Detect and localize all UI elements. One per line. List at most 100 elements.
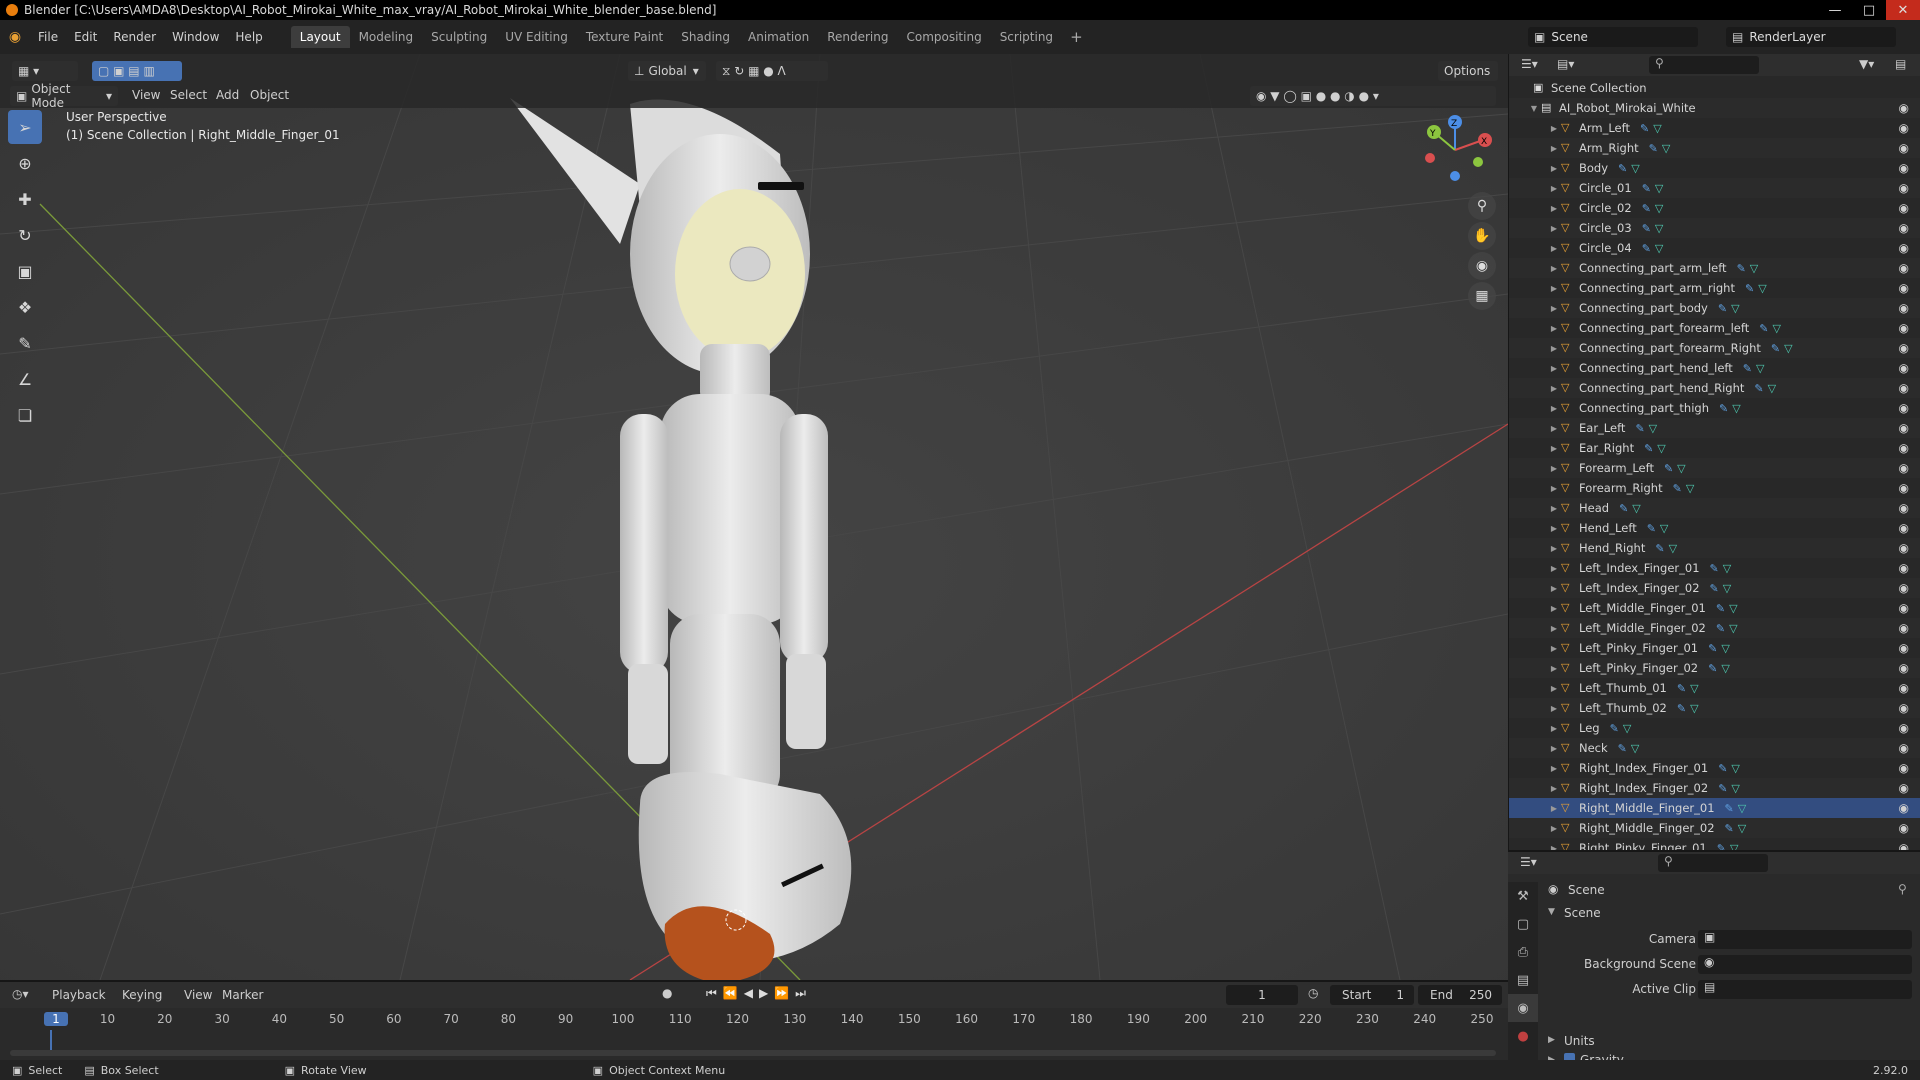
expand-toggle-icon[interactable]: ▶ — [1547, 164, 1561, 173]
mesh-data-icon[interactable]: ▽ — [1657, 442, 1665, 455]
select-mode-buttons[interactable]: ▢ ▣ ▤ ▥ — [92, 61, 182, 81]
expand-toggle-icon[interactable]: ▶ — [1547, 824, 1561, 833]
cursor-tool-icon[interactable]: ⊕ — [8, 146, 42, 180]
modifier-wrench-icon[interactable]: ✎ — [1649, 142, 1658, 155]
visibility-eye-icon[interactable]: ◉ — [1899, 581, 1909, 595]
mesh-data-icon[interactable]: ▽ — [1662, 142, 1670, 155]
expand-toggle-icon[interactable]: ▶ — [1547, 744, 1561, 753]
scene-selector[interactable]: ▣ Scene — [1528, 27, 1698, 47]
visibility-eye-icon[interactable]: ◉ — [1899, 261, 1909, 275]
menu-marker[interactable]: Marker — [222, 988, 263, 1002]
expand-toggle-icon[interactable]: ▶ — [1547, 184, 1561, 193]
modifier-wrench-icon[interactable]: ✎ — [1677, 702, 1686, 715]
outliner-item[interactable]: ▶ ▽ Connecting_part_forearm_left ✎ ▽ ◉ — [1509, 318, 1920, 338]
expand-toggle-icon[interactable]: ▼ — [1527, 104, 1541, 113]
mesh-data-icon[interactable]: ▽ — [1660, 522, 1668, 535]
outliner-item[interactable]: ▶ ▽ Connecting_part_hend_Right ✎ ▽ ◉ — [1509, 378, 1920, 398]
modifier-wrench-icon[interactable]: ✎ — [1710, 562, 1719, 575]
visibility-eye-icon[interactable]: ◉ — [1899, 161, 1909, 175]
select-tool-icon[interactable]: ➢ — [8, 110, 42, 144]
modifier-wrench-icon[interactable]: ✎ — [1644, 442, 1653, 455]
visibility-eye-icon[interactable]: ◉ — [1899, 421, 1909, 435]
modifier-wrench-icon[interactable]: ✎ — [1618, 162, 1627, 175]
expand-toggle-icon[interactable]: ▶ — [1547, 524, 1561, 533]
visibility-eye-icon[interactable]: ◉ — [1899, 241, 1909, 255]
mode-dropdown[interactable]: ▣ Object Mode ▾ — [10, 82, 118, 110]
visibility-eye-icon[interactable]: ◉ — [1899, 601, 1909, 615]
outliner-item[interactable]: ▶ ▽ Circle_04 ✎ ▽ ◉ — [1509, 238, 1920, 258]
annotate-tool-icon[interactable]: ✎ — [8, 326, 42, 360]
measure-tool-icon[interactable]: ∠ — [8, 362, 42, 396]
options-button[interactable]: Options — [1438, 61, 1498, 81]
visibility-eye-icon[interactable]: ◉ — [1899, 701, 1909, 715]
world-tab-icon[interactable]: ● — [1508, 1022, 1538, 1050]
scale-tool-icon[interactable]: ▣ — [8, 254, 42, 288]
visibility-eye-icon[interactable]: ◉ — [1899, 801, 1909, 815]
visibility-eye-icon[interactable]: ◉ — [1899, 341, 1909, 355]
modifier-wrench-icon[interactable]: ✎ — [1642, 222, 1651, 235]
modifier-wrench-icon[interactable]: ✎ — [1642, 202, 1651, 215]
mesh-data-icon[interactable]: ▽ — [1631, 742, 1639, 755]
modifier-wrench-icon[interactable]: ✎ — [1719, 402, 1728, 415]
outliner-item[interactable]: ▶ ▽ Arm_Right ✎ ▽ ◉ — [1509, 138, 1920, 158]
outliner-item[interactable]: ▶ ▽ Body ✎ ▽ ◉ — [1509, 158, 1920, 178]
modifier-wrench-icon[interactable]: ✎ — [1640, 122, 1649, 135]
modifier-wrench-icon[interactable]: ✎ — [1618, 742, 1627, 755]
menu-help[interactable]: Help — [227, 30, 270, 44]
visibility-eye-icon[interactable]: ◉ — [1899, 841, 1909, 850]
expand-toggle-icon[interactable]: ▶ — [1547, 704, 1561, 713]
visibility-eye-icon[interactable]: ◉ — [1899, 301, 1909, 315]
outliner-item[interactable]: ▶ ▽ Circle_01 ✎ ▽ ◉ — [1509, 178, 1920, 198]
visibility-eye-icon[interactable]: ◉ — [1899, 441, 1909, 455]
modifier-wrench-icon[interactable]: ✎ — [1655, 542, 1664, 555]
move-tool-icon[interactable]: ✚ — [8, 182, 42, 216]
outliner-item[interactable]: ▶ ▽ Left_Thumb_02 ✎ ▽ ◉ — [1509, 698, 1920, 718]
menu-view[interactable]: View — [132, 88, 160, 102]
start-frame-field[interactable]: Start 1 — [1330, 985, 1414, 1005]
visibility-eye-icon[interactable]: ◉ — [1899, 781, 1909, 795]
menu-playback[interactable]: Playback — [52, 988, 106, 1002]
expand-toggle-icon[interactable]: ▶ — [1547, 344, 1561, 353]
tab-scripting[interactable]: Scripting — [991, 26, 1062, 48]
tab-animation[interactable]: Animation — [739, 26, 818, 48]
visibility-eye-icon[interactable]: ◉ — [1899, 621, 1909, 635]
modifier-wrench-icon[interactable]: ✎ — [1716, 622, 1725, 635]
mesh-data-icon[interactable]: ▽ — [1721, 662, 1729, 675]
mesh-data-icon[interactable]: ▽ — [1731, 762, 1739, 775]
visibility-eye-icon[interactable]: ◉ — [1899, 281, 1909, 295]
expand-toggle-icon[interactable]: ▶ — [1547, 584, 1561, 593]
mesh-data-icon[interactable]: ▽ — [1669, 542, 1677, 555]
outliner-item[interactable]: ▶ ▽ Forearm_Right ✎ ▽ ◉ — [1509, 478, 1920, 498]
modifier-wrench-icon[interactable]: ✎ — [1610, 722, 1619, 735]
outliner-item[interactable]: ▶ ▽ Connecting_part_body ✎ ▽ ◉ — [1509, 298, 1920, 318]
display-mode-icon[interactable]: ▤▾ — [1557, 57, 1574, 71]
menu-render[interactable]: Render — [105, 30, 164, 44]
visibility-eye-icon[interactable]: ◉ — [1899, 221, 1909, 235]
transform-orientation-dropdown[interactable]: ⊥ Global ▾ — [628, 61, 706, 81]
outliner-item[interactable]: ▶ ▽ Head ✎ ▽ ◉ — [1509, 498, 1920, 518]
modifier-wrench-icon[interactable]: ✎ — [1642, 242, 1651, 255]
minimize-icon[interactable]: — — [1818, 0, 1852, 20]
visibility-eye-icon[interactable]: ◉ — [1899, 481, 1909, 495]
modifier-wrench-icon[interactable]: ✎ — [1718, 782, 1727, 795]
active-clip-field[interactable]: ▤ — [1698, 980, 1912, 999]
expand-toggle-icon[interactable]: ▶ — [1547, 604, 1561, 613]
visibility-eye-icon[interactable]: ◉ — [1899, 541, 1909, 555]
mesh-data-icon[interactable]: ▽ — [1750, 262, 1758, 275]
mesh-data-icon[interactable]: ▽ — [1677, 462, 1685, 475]
modifier-wrench-icon[interactable]: ✎ — [1708, 662, 1717, 675]
mesh-data-icon[interactable]: ▽ — [1738, 802, 1746, 815]
expand-toggle-icon[interactable]: ▶ — [1547, 684, 1561, 693]
mesh-data-icon[interactable]: ▽ — [1784, 342, 1792, 355]
outliner-item[interactable]: ▶ ▽ Left_Middle_Finger_01 ✎ ▽ ◉ — [1509, 598, 1920, 618]
zoom-icon[interactable]: ⚲ — [1468, 192, 1496, 220]
outliner-item[interactable]: ▶ ▽ Arm_Left ✎ ▽ ◉ — [1509, 118, 1920, 138]
menu-add[interactable]: Add — [216, 88, 239, 102]
modifier-wrench-icon[interactable]: ✎ — [1642, 182, 1651, 195]
expand-toggle-icon[interactable]: ▶ — [1547, 644, 1561, 653]
modifier-wrench-icon[interactable]: ✎ — [1717, 842, 1726, 851]
visibility-eye-icon[interactable]: ◉ — [1899, 641, 1909, 655]
mesh-data-icon[interactable]: ▽ — [1655, 242, 1663, 255]
outliner-editor-icon[interactable]: ☰▾ — [1521, 57, 1538, 71]
output-tab-icon[interactable]: ⎙ — [1508, 938, 1538, 966]
